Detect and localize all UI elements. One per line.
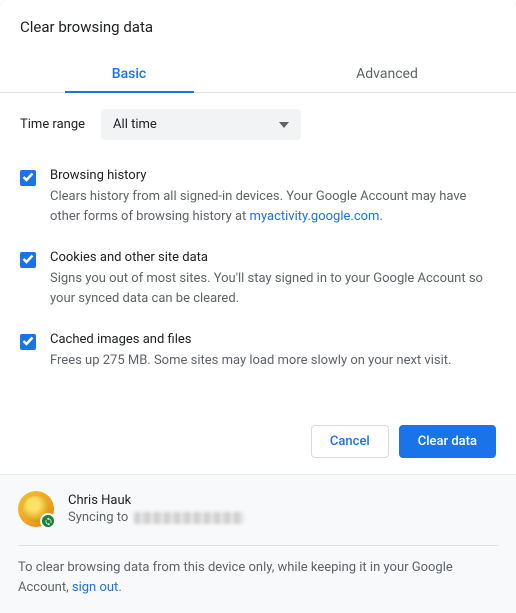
tab-basic-label: Basic [112,66,146,82]
option-browsing-history: Browsing history Clears history from all… [20,168,496,226]
account-name: Chris Hauk [68,493,244,508]
tab-advanced[interactable]: Advanced [258,54,516,92]
option-title: Cookies and other site data [50,250,496,265]
option-cookies: Cookies and other site data Signs you ou… [20,250,496,308]
cancel-button-label: Cancel [330,434,370,449]
myactivity-link[interactable]: myactivity.google.com [250,209,380,224]
option-text: Cached images and files Frees up 275 MB.… [50,332,496,371]
checkbox-browsing-history[interactable] [20,170,36,186]
chevron-down-icon [279,117,289,132]
time-range-value: All time [113,117,157,132]
option-desc-post: . [379,209,382,224]
tab-bar: Basic Advanced [0,54,516,93]
option-title: Cached images and files [50,332,496,347]
time-range-label: Time range [20,117,85,132]
option-text: Cookies and other site data Signs you ou… [50,250,496,308]
checkbox-cookies[interactable] [20,252,36,268]
avatar [18,491,54,527]
tab-basic[interactable]: Basic [0,54,258,92]
option-cache: Cached images and files Frees up 275 MB.… [20,332,496,371]
account-sync-label: Syncing to [68,510,128,525]
option-text: Browsing history Clears history from all… [50,168,496,226]
dialog-actions: Cancel Clear data [0,425,516,474]
time-range-row: Time range All time [20,109,496,140]
cancel-button[interactable]: Cancel [311,425,389,458]
sign-out-link[interactable]: sign out [72,580,118,595]
option-desc: Signs you out of most sites. You'll stay… [50,269,496,308]
checkmark-icon [22,335,34,350]
account-sync-redacted [134,512,244,524]
option-desc: Clears history from all signed-in device… [50,187,496,226]
footer-note-post: . [118,580,121,595]
dialog-title: Clear browsing data [20,18,496,36]
option-desc: Frees up 275 MB. Some sites may load mor… [50,351,496,371]
dialog-body: Time range All time Browsing history Cle… [0,93,516,425]
checkmark-icon [22,171,34,186]
sync-badge-icon [40,513,56,529]
clear-data-button[interactable]: Clear data [399,425,496,458]
checkmark-icon [22,253,34,268]
dialog-header: Clear browsing data [0,0,516,44]
clear-data-button-label: Clear data [418,434,477,449]
dialog-footer: Chris Hauk Syncing to To clear browsing … [0,474,516,613]
option-title: Browsing history [50,168,496,183]
time-range-select[interactable]: All time [101,109,301,140]
account-row: Chris Hauk Syncing to [18,487,498,537]
tab-advanced-label: Advanced [356,66,418,82]
checkbox-cache[interactable] [20,334,36,350]
account-sync-row: Syncing to [68,510,244,525]
account-texts: Chris Hauk Syncing to [68,493,244,525]
footer-note: To clear browsing data from this device … [18,558,498,597]
footer-divider [18,545,498,546]
